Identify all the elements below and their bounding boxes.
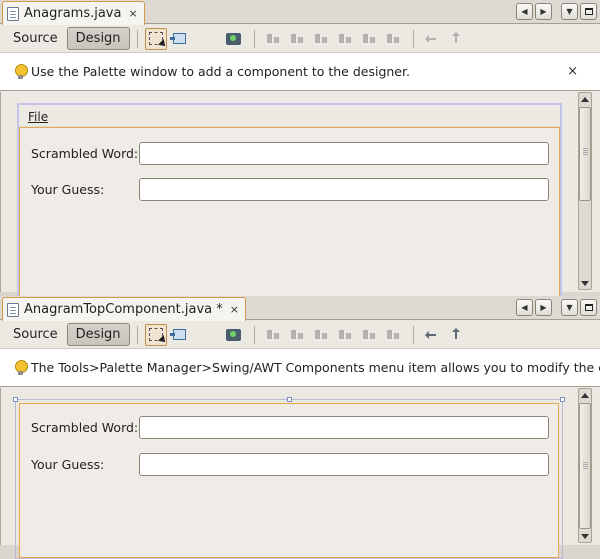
toolbar-separator [136, 325, 138, 344]
designer-toolbar: Source Design [0, 25, 600, 52]
connection-mode-icon[interactable] [169, 28, 191, 50]
window-controls: ◀ ▶ ▼ [516, 299, 597, 316]
resize-horizontal-icon[interactable] [421, 28, 443, 50]
maximize-icon[interactable] [580, 3, 597, 20]
toolbar-separator [412, 325, 414, 344]
form-menubar[interactable]: File [19, 105, 560, 127]
tab-anagrams-java[interactable]: Anagrams.java × [2, 1, 145, 25]
maximize-icon[interactable] [580, 299, 597, 316]
design-canvas[interactable]: File Scrambled Word: Your Guess: [0, 92, 578, 303]
palette-hint-bar: Use the Palette window to add a componen… [0, 52, 600, 91]
scrambled-word-label: Scrambled Word: [31, 146, 139, 161]
scrambled-word-field[interactable] [139, 416, 549, 439]
resize-horizontal-icon[interactable] [421, 324, 443, 346]
align-left-icon[interactable] [262, 324, 284, 346]
show-documents-icon[interactable]: ▼ [561, 3, 578, 20]
resize-handle[interactable] [13, 397, 18, 402]
scroll-up-icon[interactable] [579, 389, 591, 401]
center-horizontally-icon[interactable] [310, 324, 332, 346]
scroll-right-icon[interactable]: ▶ [535, 299, 552, 316]
scrollbar-thumb[interactable] [579, 107, 591, 201]
design-canvas[interactable]: Scrambled Word: Your Guess: [0, 388, 578, 559]
hint-text: The Tools>Palette Manager>Swing/AWT Comp… [31, 360, 600, 375]
toolbar-separator [412, 29, 414, 48]
your-guess-field[interactable] [139, 178, 549, 201]
selection-mode-icon[interactable] [144, 27, 167, 50]
tab-close-button[interactable]: × [230, 303, 239, 316]
design-button[interactable]: Design [66, 323, 130, 346]
preview-design-icon[interactable] [223, 324, 245, 346]
your-guess-label: Your Guess: [31, 182, 105, 197]
tab-close-button[interactable]: × [128, 7, 137, 20]
editor-tabstrip: Anagrams.java × ◀ ▶ ▼ [0, 0, 600, 25]
preview-design-icon[interactable] [223, 28, 245, 50]
palette-hint-bar: The Tools>Palette Manager>Swing/AWT Comp… [0, 348, 600, 387]
align-left-icon[interactable] [262, 28, 284, 50]
toolbar-separator [253, 325, 255, 344]
scrollbar-thumb[interactable] [579, 403, 591, 529]
scroll-down-icon[interactable] [579, 530, 591, 542]
scroll-right-icon[interactable]: ▶ [535, 3, 552, 20]
selection-mode-icon[interactable] [144, 323, 167, 346]
editor-tabstrip: AnagramTopComponent.java * × ◀ ▶ ▼ [0, 296, 600, 321]
vertical-scrollbar[interactable] [578, 388, 592, 543]
resize-vertical-icon[interactable] [445, 324, 467, 346]
tab-anagramtopcomponent-java[interactable]: AnagramTopComponent.java * × [2, 297, 246, 321]
menu-file[interactable]: File [28, 110, 48, 124]
source-button[interactable]: Source [4, 323, 67, 346]
hint-close-icon[interactable]: × [567, 64, 578, 79]
connection-mode-icon[interactable] [169, 324, 191, 346]
toolbar-separator [253, 29, 255, 48]
designer-toolbar: Source Design [0, 321, 600, 348]
tab-title: AnagramTopComponent.java * [24, 302, 223, 317]
show-documents-icon[interactable]: ▼ [561, 299, 578, 316]
your-guess-field[interactable] [139, 453, 549, 476]
align-bottom-icon[interactable] [358, 324, 380, 346]
align-right-icon[interactable] [286, 324, 308, 346]
scrambled-word-field[interactable] [139, 142, 549, 165]
java-file-icon [7, 302, 19, 317]
editor-panel-anagramtopcomponent: AnagramTopComponent.java * × ◀ ▶ ▼ Sourc… [0, 296, 600, 559]
lightbulb-icon [15, 359, 28, 376]
scroll-left-icon[interactable]: ◀ [516, 3, 533, 20]
hint-text: Use the Palette window to add a componen… [31, 64, 410, 79]
toolbar-separator [136, 29, 138, 48]
resize-vertical-icon[interactable] [445, 28, 467, 50]
scroll-down-icon[interactable] [579, 277, 591, 289]
center-vertically-icon[interactable] [382, 28, 404, 50]
editor-panel-anagrams: Anagrams.java × ◀ ▶ ▼ Source Design Use … [0, 0, 600, 303]
window-controls: ◀ ▶ ▼ [516, 3, 597, 20]
center-vertically-icon[interactable] [382, 324, 404, 346]
vertical-scrollbar[interactable] [578, 92, 592, 290]
scrambled-word-label: Scrambled Word: [31, 420, 139, 435]
resize-handle[interactable] [287, 397, 292, 402]
align-bottom-icon[interactable] [358, 28, 380, 50]
align-right-icon[interactable] [286, 28, 308, 50]
resize-handle[interactable] [560, 397, 565, 402]
source-button[interactable]: Source [4, 27, 67, 50]
top-component-form[interactable]: Scrambled Word: Your Guess: [13, 397, 565, 559]
tab-title: Anagrams.java [24, 6, 122, 21]
frame-form[interactable]: File Scrambled Word: Your Guess: [17, 103, 562, 303]
align-top-icon[interactable] [334, 28, 356, 50]
form-content-pane[interactable]: Scrambled Word: Your Guess: [19, 127, 560, 301]
design-button[interactable]: Design [66, 27, 130, 50]
form-content-pane[interactable]: Scrambled Word: Your Guess: [19, 403, 559, 558]
lightbulb-icon [15, 63, 28, 80]
align-top-icon[interactable] [334, 324, 356, 346]
scroll-up-icon[interactable] [579, 93, 591, 105]
menu-file-label: File [28, 110, 49, 124]
center-horizontally-icon[interactable] [310, 28, 332, 50]
your-guess-label: Your Guess: [31, 457, 105, 472]
java-file-icon [7, 6, 19, 21]
scroll-left-icon[interactable]: ◀ [516, 299, 533, 316]
